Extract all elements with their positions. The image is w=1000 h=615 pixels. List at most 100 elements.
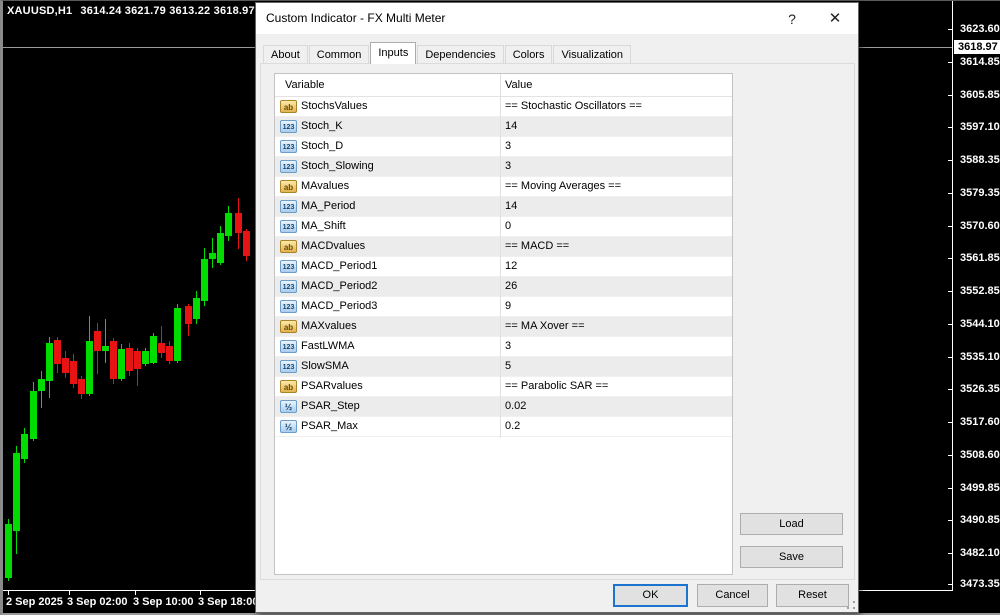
candle-body [193,298,200,319]
table-row[interactable]: 123 Stoch_Slowing 3 [275,157,732,177]
candle-body [150,336,157,363]
price-axis-tick [948,160,952,161]
price-axis-tick [948,193,952,194]
variable-value[interactable]: == Moving Averages == [505,180,621,192]
table-row[interactable]: 123 MA_Period 14 [275,197,732,217]
variable-value[interactable]: 12 [505,260,517,272]
candle-body [110,341,117,379]
chart-ohlc-values: 3614.24 3621.79 3613.22 3618.97 [80,5,255,17]
variable-value[interactable]: 3 [505,140,511,152]
candle-body [174,308,181,361]
load-button[interactable]: Load [740,513,843,535]
reset-button[interactable]: Reset [776,584,849,607]
candle-body [225,213,232,236]
ok-button[interactable]: OK [613,584,688,607]
chart-title: XAUUSD,H1 3614.24 3621.79 3613.22 3618.97 [7,5,255,17]
table-row[interactable]: ½ PSAR_Step 0.02 [275,397,732,417]
integer-param-icon: 123 [280,200,297,213]
price-axis-label: 3597.10 [960,121,1000,133]
candle-body [142,351,149,364]
variable-name: FastLWMA [301,340,355,352]
table-row[interactable]: 123 MACD_Period2 26 [275,277,732,297]
table-row[interactable]: ab StochsValues == Stochastic Oscillators … [275,97,732,117]
dialog-title-bar[interactable]: Custom Indicator - FX Multi Meter ? ✕ [256,3,858,34]
tab-inputs[interactable]: Inputs [370,42,417,64]
string-param-icon: ab [280,320,297,333]
resize-grip[interactable] [846,600,855,609]
integer-param-icon: 123 [280,160,297,173]
price-axis-tick [948,226,952,227]
variable-name: PSAR_Max [301,420,358,432]
table-row[interactable]: ½ PSAR_Max 0.2 [275,417,732,437]
variable-value[interactable]: 5 [505,360,511,372]
variable-name: MACD_Period3 [301,300,378,312]
close-icon[interactable]: ✕ [824,8,846,30]
table-row[interactable]: 123 FastLWMA 3 [275,337,732,357]
price-axis-label: 3499.85 [960,482,1000,494]
price-axis-label: 3526.35 [960,383,1000,395]
integer-param-icon: 123 [280,280,297,293]
candle-body [201,259,208,301]
variable-value[interactable]: == Parabolic SAR == [505,380,608,392]
table-row[interactable]: 123 MA_Shift 0 [275,217,732,237]
save-button[interactable]: Save [740,546,843,568]
tab-visualization[interactable]: Visualization [553,45,632,64]
tab-about[interactable]: About [263,45,308,64]
price-axis-tick [948,258,952,259]
variable-value[interactable]: 0 [505,220,511,232]
variable-value[interactable]: == Stochastic Oscillators == [505,100,642,112]
variable-value[interactable]: 14 [505,200,517,212]
price-axis-label: 3535.10 [960,351,1000,363]
help-button[interactable]: ? [782,9,802,29]
variable-name: Stoch_K [301,120,343,132]
table-row[interactable]: 123 MACD_Period3 9 [275,297,732,317]
variable-value[interactable]: == MA Xover == [505,320,585,332]
table-row[interactable]: 123 MACD_Period1 12 [275,257,732,277]
variable-name: StochsValues [301,100,368,112]
candle-body [126,348,133,371]
variable-name: Stoch_Slowing [301,160,374,172]
candle-body [243,231,250,256]
time-axis-label: 3 Sep 02:00 [67,596,128,608]
variable-value[interactable]: 3 [505,340,511,352]
table-row[interactable]: 123 Stoch_D 3 [275,137,732,157]
price-axis-tick [948,324,952,325]
candle-body [70,361,77,384]
tab-colors[interactable]: Colors [504,45,553,64]
tab-bar: About Common Inputs Dependencies Colors Visua… [263,42,632,64]
table-row[interactable]: ab PSARvalues == Parabolic SAR == [275,377,732,397]
integer-param-icon: 123 [280,140,297,153]
integer-param-icon: 123 [280,220,297,233]
variable-value[interactable]: == MACD == [505,240,569,252]
column-header-value: Value [505,79,533,91]
price-axis-label: 3490.85 [960,514,1000,526]
candle-body [209,253,216,259]
variable-name: MACDvalues [301,240,366,252]
table-row[interactable]: ab MAvalues == Moving Averages == [275,177,732,197]
price-axis-tick [948,95,952,96]
table-row[interactable]: ab MAXvalues == MA Xover == [275,317,732,337]
variable-value[interactable]: 26 [505,280,517,292]
time-axis-tick [135,591,136,595]
variable-name: SlowSMA [301,360,349,372]
string-param-icon: ab [280,240,297,253]
table-row[interactable]: 123 SlowSMA 5 [275,357,732,377]
variable-value[interactable]: 3 [505,160,511,172]
candle-body [102,346,109,351]
inputs-table: Variable Value ab StochsValues == Stochast… [274,73,733,575]
double-param-icon: ½ [280,400,297,413]
table-row[interactable]: 123 Stoch_K 14 [275,117,732,137]
variable-value[interactable]: 0.2 [505,420,520,432]
variable-value[interactable]: 14 [505,120,517,132]
variable-value[interactable]: 0.02 [505,400,526,412]
price-axis-tick [948,291,952,292]
table-row[interactable]: ab MACDvalues == MACD == [275,237,732,257]
string-param-icon: ab [280,100,297,113]
tab-common[interactable]: Common [308,45,370,64]
price-axis-label: 3605.85 [960,89,1000,101]
variable-value[interactable]: 9 [505,300,511,312]
candle-body [235,213,242,233]
tab-dependencies[interactable]: Dependencies [417,45,504,64]
cancel-button[interactable]: Cancel [697,584,768,607]
price-axis-label: 3614.85 [960,56,1000,68]
